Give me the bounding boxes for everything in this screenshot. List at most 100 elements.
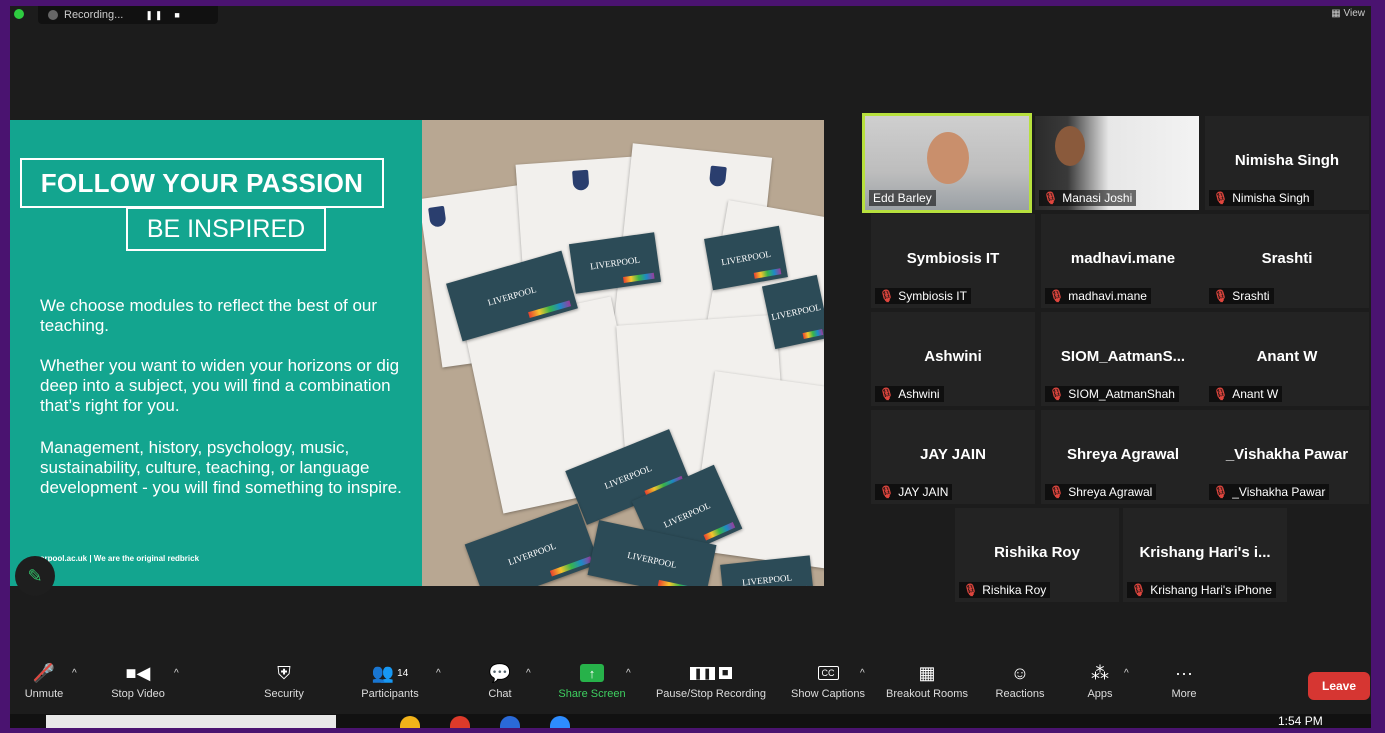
participant-tile[interactable]: Anant W 🎙 Anant W: [1205, 312, 1369, 406]
participant-tile[interactable]: Ashwini 🎙 Ashwini: [871, 312, 1035, 406]
smiley-plus-icon: ☺: [1010, 662, 1030, 683]
participants-options-caret-icon[interactable]: ^: [436, 668, 441, 679]
taskbar-clock: 1:54 PM: [1278, 714, 1323, 728]
participant-name-label: 🎙 Symbiosis IT: [875, 288, 971, 304]
participant-tile[interactable]: _Vishakha Pawar 🎙 _Vishakha Pawar: [1205, 410, 1369, 504]
participant-name: Edd Barley: [873, 191, 932, 205]
slide-title: FOLLOW YOUR PASSION: [20, 158, 384, 208]
slide-footer: erpool.ac.uk | We are the original redbr…: [40, 554, 200, 563]
participant-tile[interactable]: Edd Barley: [862, 113, 1032, 213]
participant-display-name: Nimisha Singh: [1234, 152, 1340, 169]
recording-indicator: Recording... ❚❚ ■: [38, 6, 218, 24]
breakout-label: Breakout Rooms: [886, 688, 968, 700]
participant-name: Ashwini: [898, 387, 940, 401]
chat-options-caret-icon[interactable]: ^: [526, 668, 531, 679]
share-screen-button[interactable]: ↑ Share Screen: [554, 658, 630, 714]
participant-tile[interactable]: 🎙 Manasi Joshi: [1035, 116, 1199, 210]
recording-button-label: Pause/Stop Recording: [655, 688, 767, 700]
zoom-app-icon[interactable]: [550, 716, 570, 728]
participant-face: [927, 132, 969, 184]
reactions-label: Reactions: [995, 688, 1045, 700]
taskbar-search-input[interactable]: [46, 715, 336, 728]
more-button[interactable]: ··· More: [1164, 658, 1204, 714]
mic-muted-icon: 🎙: [879, 485, 895, 499]
participant-tile[interactable]: SIOM_AatmanS... 🎙 SIOM_AatmanShah: [1041, 312, 1205, 406]
zoom-meeting-window: Recording... ❚❚ ■ ▦ View FOLLOW YOUR PAS…: [10, 6, 1371, 728]
shared-screen-slide: FOLLOW YOUR PASSION BE INSPIRED We choos…: [10, 120, 824, 596]
business-card: LIVERPOOL: [720, 555, 814, 586]
mic-muted-icon: 🎙: [1213, 289, 1229, 303]
chat-label: Chat: [488, 688, 512, 700]
edge-icon[interactable]: [500, 716, 520, 728]
participant-tile[interactable]: Rishika Roy 🎙 Rishika Roy: [955, 508, 1119, 602]
participant-name-label: 🎙 Krishang Hari's iPhone: [1127, 582, 1276, 598]
participant-tile[interactable]: Nimisha Singh 🎙 Nimisha Singh: [1205, 116, 1369, 210]
chat-bubble-icon: 💬: [488, 662, 512, 683]
stop-video-button[interactable]: ■◀ Stop Video: [100, 658, 176, 714]
slide-subtitle: BE INSPIRED: [126, 207, 326, 251]
participant-name-label: 🎙 Nimisha Singh: [1209, 190, 1314, 206]
video-options-caret-icon[interactable]: ^: [174, 668, 179, 679]
participant-name: JAY JAIN: [898, 485, 949, 499]
participant-name-label: 🎙 Anant W: [1209, 386, 1283, 402]
participant-name-label: Edd Barley: [869, 190, 936, 206]
participant-name-label: 🎙 madhavi.mane: [1045, 288, 1151, 304]
video-camera-icon: ■◀: [125, 662, 151, 683]
participant-name: Rishika Roy: [982, 583, 1047, 597]
cc-glyph: CC: [817, 666, 839, 680]
annotate-pencil-icon[interactable]: ✎: [15, 556, 55, 596]
participant-name-label: 🎙 Rishika Roy: [959, 582, 1051, 598]
view-button[interactable]: ▦ View: [1331, 8, 1365, 19]
mic-muted-icon: 🎙: [1213, 485, 1229, 499]
chrome-icon[interactable]: [450, 716, 470, 728]
mic-muted-icon: 🎙: [1043, 191, 1059, 205]
stop-recording-icon[interactable]: ■: [174, 10, 181, 20]
file-explorer-icon[interactable]: [400, 716, 420, 728]
audio-options-caret-icon[interactable]: ^: [72, 668, 77, 679]
show-captions-button[interactable]: CC Show Captions: [786, 658, 870, 714]
participant-display-name: Srashti: [1261, 250, 1313, 267]
participant-tile[interactable]: madhavi.mane 🎙 madhavi.mane: [1041, 214, 1205, 308]
slide-photo: LIVERPOOL LIVERPOOL LIVERPOOL LIVERPOOL …: [422, 120, 824, 586]
captions-options-caret-icon[interactable]: ^: [860, 668, 865, 679]
participant-display-name: Shreya Agrawal: [1067, 446, 1179, 463]
shield-icon: ⛨: [277, 662, 291, 683]
chat-button[interactable]: 💬 Chat: [480, 658, 520, 714]
apps-button[interactable]: ⁂ Apps: [1080, 658, 1120, 714]
reactions-button[interactable]: ☺ Reactions: [990, 658, 1050, 714]
pause-recording-icon[interactable]: ❚❚: [145, 10, 164, 21]
share-screen-label: Share Screen: [558, 688, 626, 700]
participants-label: Participants: [361, 688, 419, 700]
participant-display-name: JAY JAIN: [920, 446, 986, 463]
closed-captions-icon: CC: [817, 658, 839, 688]
participant-name-label: 🎙 _Vishakha Pawar: [1209, 484, 1330, 500]
participant-name: Shreya Agrawal: [1068, 485, 1153, 499]
security-button[interactable]: ⛨ Security: [254, 658, 314, 714]
mic-muted-icon: 🎙: [879, 289, 895, 303]
participant-tile[interactable]: Krishang Hari's i... 🎙 Krishang Hari's iPh…: [1123, 508, 1287, 602]
apps-options-caret-icon[interactable]: ^: [1124, 668, 1129, 679]
participant-name-label: 🎙 JAY JAIN: [875, 484, 953, 500]
windows-taskbar: 1:54 PM: [10, 714, 1371, 728]
unmute-button[interactable]: 🎤 Unmute: [16, 658, 72, 714]
participant-tile[interactable]: Symbiosis IT 🎙 Symbiosis IT: [871, 214, 1035, 308]
leave-button[interactable]: Leave: [1308, 672, 1370, 700]
slide-text-panel: FOLLOW YOUR PASSION BE INSPIRED We choos…: [10, 120, 422, 596]
pause-stop-recording-button[interactable]: ❚❚ ■ Pause/Stop Recording: [650, 658, 772, 714]
breakout-rooms-button[interactable]: ▦ Breakout Rooms: [880, 658, 974, 714]
participant-name: Manasi Joshi: [1062, 191, 1133, 205]
participant-tile[interactable]: Srashti 🎙 Srashti: [1205, 214, 1369, 308]
mic-muted-icon: 🎤: [32, 662, 56, 683]
participant-name-label: 🎙 Srashti: [1209, 288, 1274, 304]
participant-name: Symbiosis IT: [898, 289, 967, 303]
participant-tile[interactable]: JAY JAIN 🎙 JAY JAIN: [871, 410, 1035, 504]
encryption-shield-icon[interactable]: [14, 9, 24, 19]
security-label: Security: [264, 688, 304, 700]
share-options-caret-icon[interactable]: ^: [626, 668, 631, 679]
participant-tile[interactable]: Shreya Agrawal 🎙 Shreya Agrawal: [1041, 410, 1205, 504]
participant-name-label: 🎙 Shreya Agrawal: [1045, 484, 1157, 500]
participant-display-name: Anant W: [1256, 348, 1318, 365]
participant-name-label: 🎙 SIOM_AatmanShah: [1045, 386, 1179, 402]
participants-button[interactable]: 👥 14 Participants: [350, 658, 430, 714]
breakout-grid-icon: ▦: [918, 662, 936, 683]
